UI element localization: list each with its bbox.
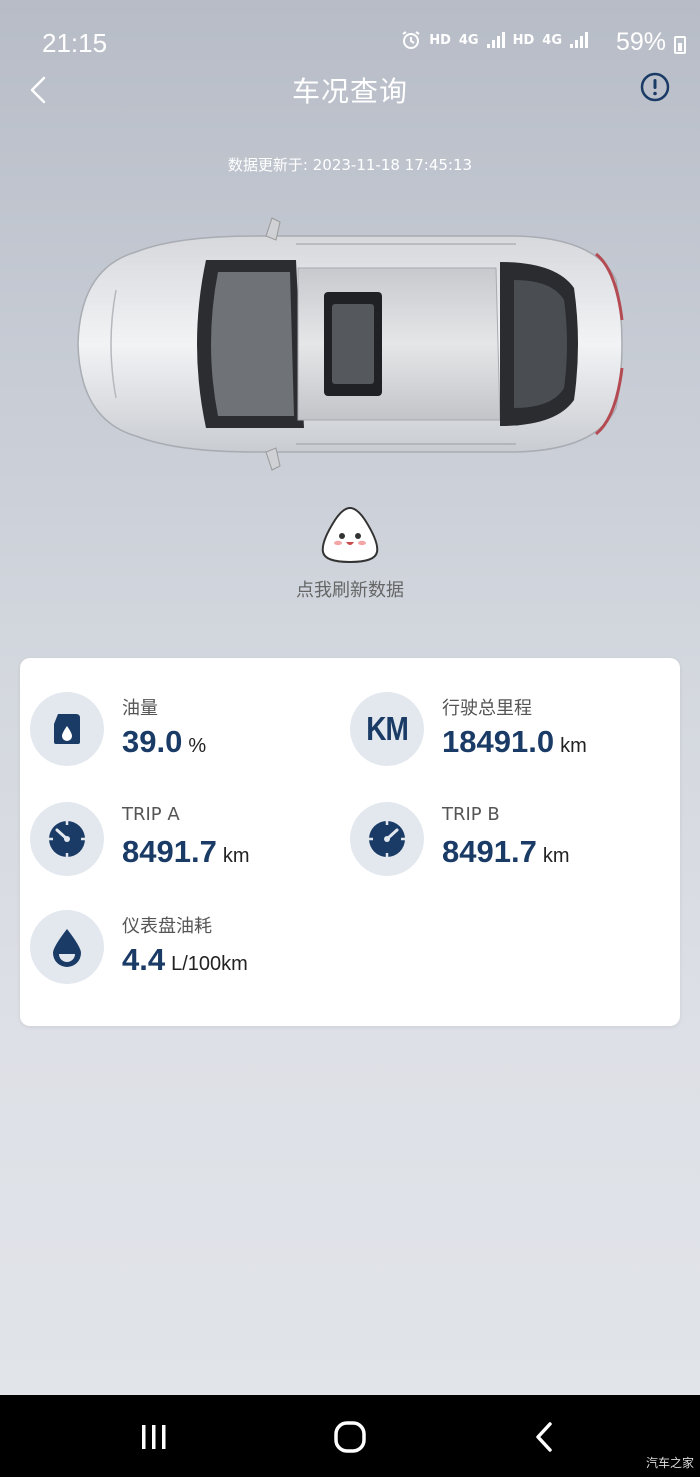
trip-a-stat: TRIP A 8491.7 km (20, 802, 330, 882)
odometer-icon-wrap: KM (350, 692, 424, 766)
battery-icon (674, 36, 686, 54)
fuel-label: 油量 (122, 698, 158, 719)
trip-b-unit: km (542, 845, 570, 867)
gauge-icon (49, 821, 85, 857)
recent-apps-button[interactable] (134, 1417, 174, 1457)
page-title: 车况查询 (291, 75, 408, 108)
consumption-unit: L/100km (171, 953, 248, 975)
trip-b-label: TRIP B (442, 804, 500, 825)
fuel-drop-icon (53, 929, 81, 967)
trip-a-value: 8491.7 (122, 834, 217, 869)
refresh-button[interactable]: 点我刷新数据 (0, 506, 700, 602)
trip-b-value: 8491.7 (442, 834, 537, 869)
trip-a-label: TRIP A (122, 804, 180, 825)
back-nav-button[interactable] (526, 1417, 566, 1457)
odometer-value: 18491.0 (442, 724, 555, 759)
nav-bar: 车况查询 (0, 60, 700, 120)
hd-label: HD (429, 32, 451, 48)
consumption-label: 仪表盘油耗 (122, 916, 212, 937)
network-4g-label: 4G (458, 32, 479, 48)
odometer-unit: km (560, 735, 587, 757)
trip-a-unit: km (222, 845, 250, 867)
rice-ball-mascot-icon[interactable] (319, 506, 381, 564)
update-time: 数据更新于: 2023-11-18 17:45:13 (227, 156, 473, 174)
trip-b-icon-wrap (350, 802, 424, 876)
km-icon: KM (366, 709, 409, 747)
home-button[interactable] (330, 1417, 370, 1457)
watermark: 汽车之家 (645, 1456, 694, 1470)
status-time: 21:15 (42, 28, 108, 58)
fuel-value: 39.0 (122, 724, 183, 759)
gauge-icon (369, 821, 405, 857)
hd-label-2: HD (512, 32, 535, 48)
network-4g-label-2: 4G (542, 32, 562, 48)
refresh-label: 点我刷新数据 (296, 580, 404, 601)
fuel-can-icon (54, 714, 80, 744)
fuel-consumption-stat: 仪表盘油耗 4.4 L/100km (20, 910, 330, 990)
system-nav-bar: 汽车之家 (0, 1395, 700, 1477)
vehicle-status-card: 油量 39.0% KM 行驶总里程 18491.0 km TRIP A 8491.… (20, 658, 680, 1026)
signal-icon (486, 32, 505, 48)
fuel-unit: % (188, 735, 207, 757)
odometer-label: 行驶总里程 (442, 698, 532, 719)
trip-b-stat: TRIP B 8491.7 km (340, 802, 650, 882)
trip-a-icon-wrap (30, 802, 104, 876)
consumption-value: 4.4 (122, 942, 166, 977)
info-button[interactable] (640, 72, 670, 102)
fuel-level-stat: 油量 39.0% (20, 692, 330, 772)
odometer-stat: KM 行驶总里程 18491.0 km (340, 692, 650, 772)
car-top-view-image (77, 217, 624, 471)
consumption-icon-wrap (30, 910, 104, 984)
alarm-icon (402, 31, 420, 49)
status-indicators: HD 4G HD 4G (401, 30, 588, 50)
signal-icon-2 (570, 32, 588, 48)
fuel-icon-wrap (30, 692, 104, 766)
battery-percent: 59% (615, 28, 666, 56)
